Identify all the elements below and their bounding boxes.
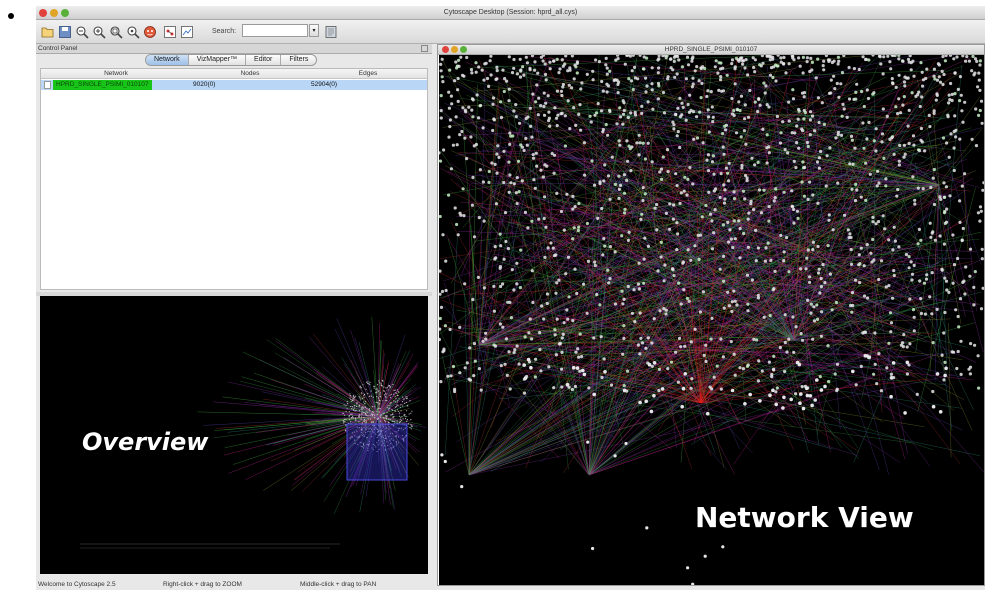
- network-view-window: HPRD_SINGLE_PSIMI_010107 Network View: [437, 44, 985, 586]
- network-view-title: HPRD_SINGLE_PSIMI_010107: [664, 46, 758, 53]
- control-panel-header: Control Panel: [36, 44, 432, 54]
- undock-panel-button[interactable]: [421, 45, 428, 52]
- search-input[interactable]: [242, 24, 308, 37]
- network-file-icon: [44, 81, 51, 89]
- status-pan-hint: Middle-click + drag to PAN: [300, 581, 377, 588]
- new-view-icon[interactable]: [179, 24, 194, 39]
- tab-filters[interactable]: Filters: [281, 55, 316, 65]
- network-table: Network Nodes Edges HPRD_SINGLE_PSIMI_01…: [40, 68, 428, 290]
- table-row[interactable]: HPRD_SINGLE_PSIMI_010107 9020(0) 52904(0…: [41, 80, 427, 90]
- status-welcome: Welcome to Cytoscape 2.5: [38, 581, 116, 588]
- window-title: Cytoscape Desktop (Session: hprd_all.cys…: [443, 9, 578, 16]
- control-panel-title: Control Panel: [38, 45, 78, 52]
- zoom-out-icon[interactable]: [74, 24, 89, 39]
- new-network-icon[interactable]: [162, 24, 177, 39]
- control-panel-tabs: Network VizMapper™ Editor Filters: [145, 54, 318, 66]
- column-header-nodes[interactable]: Nodes: [191, 70, 309, 77]
- main-toolbar: Search: ▾: [36, 20, 985, 44]
- overview-panel[interactable]: Overview: [40, 296, 428, 574]
- column-header-network[interactable]: Network: [41, 70, 191, 77]
- tab-network[interactable]: Network: [146, 55, 189, 65]
- tab-editor[interactable]: Editor: [246, 55, 282, 65]
- overview-label: Overview: [82, 428, 209, 456]
- table-header: Network Nodes Edges: [41, 69, 427, 79]
- network-canvas[interactable]: Network View: [439, 55, 984, 585]
- column-header-edges[interactable]: Edges: [309, 70, 427, 77]
- zoom-in-icon[interactable]: [91, 24, 106, 39]
- network-view-titlebar: HPRD_SINGLE_PSIMI_010107: [438, 45, 984, 55]
- cytoscape-window: Cytoscape Desktop (Session: hprd_all.cys…: [36, 6, 985, 590]
- save-icon[interactable]: [57, 24, 72, 39]
- open-folder-icon[interactable]: [40, 24, 55, 39]
- vizmapper-icon[interactable]: [142, 24, 157, 39]
- edges-cell: 52904(0): [311, 81, 338, 88]
- list-bullet: [8, 13, 14, 19]
- help-icon[interactable]: [323, 24, 338, 39]
- status-zoom-hint: Right-click + drag to ZOOM: [163, 581, 242, 588]
- zoom-selected-icon[interactable]: [108, 24, 123, 39]
- tab-vizmapper[interactable]: VizMapper™: [189, 55, 247, 65]
- nodes-cell: 9020(0): [193, 81, 216, 88]
- network-name-cell[interactable]: HPRD_SINGLE_PSIMI_010107: [53, 80, 152, 90]
- search-dropdown-button[interactable]: ▾: [309, 24, 319, 37]
- search-label: Search:: [212, 28, 237, 35]
- zoom-fit-icon[interactable]: [125, 24, 140, 39]
- network-view-label: Network View: [695, 501, 914, 534]
- window-titlebar: Cytoscape Desktop (Session: hprd_all.cys…: [36, 6, 985, 20]
